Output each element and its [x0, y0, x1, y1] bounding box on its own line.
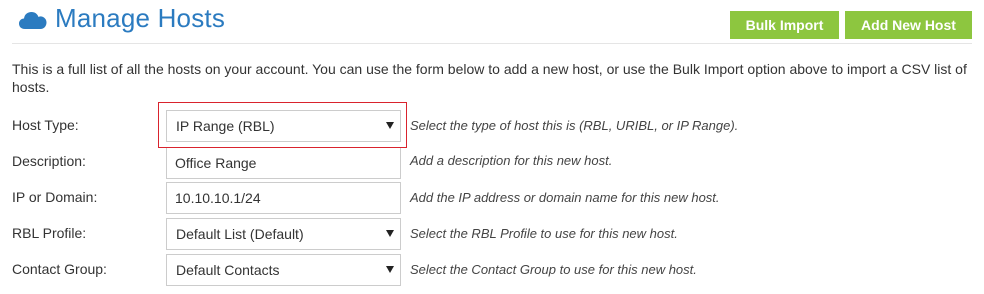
page-title: Manage Hosts — [55, 3, 226, 33]
page-header: Manage Hosts Bulk Import Add New Host — [0, 0, 984, 42]
rbl-profile-row: RBL Profile: Default List (Default) Sele… — [0, 218, 984, 252]
bulk-import-button[interactable]: Bulk Import — [730, 11, 839, 39]
contact-group-label: Contact Group: — [12, 261, 107, 277]
ip-or-domain-value: 10.10.10.1/24 — [175, 190, 261, 206]
contact-group-row: Contact Group: Default Contacts Select t… — [0, 254, 984, 288]
description-value: Office Range — [175, 155, 257, 171]
chevron-down-icon — [386, 230, 394, 237]
cloud-icon — [18, 9, 48, 31]
rbl-profile-label: RBL Profile: — [12, 225, 87, 241]
rbl-profile-value: Default List (Default) — [176, 226, 304, 242]
ip-or-domain-label: IP or Domain: — [12, 189, 98, 205]
description-input[interactable]: Office Range — [166, 147, 401, 179]
contact-group-help: Select the Contact Group to use for this… — [410, 262, 697, 277]
description-help: Add a description for this new host. — [410, 153, 613, 168]
host-type-row: Host Type: IP Range (RBL) Select the typ… — [0, 110, 984, 144]
rbl-profile-select[interactable]: Default List (Default) — [166, 218, 401, 250]
ip-or-domain-input[interactable]: 10.10.10.1/24 — [166, 182, 401, 214]
description-label: Description: — [12, 153, 86, 169]
contact-group-value: Default Contacts — [176, 262, 280, 278]
add-new-host-button[interactable]: Add New Host — [845, 11, 972, 39]
intro-text: This is a full list of all the hosts on … — [12, 61, 967, 95]
contact-group-select[interactable]: Default Contacts — [166, 254, 401, 286]
host-type-select[interactable]: IP Range (RBL) — [166, 110, 401, 142]
host-type-help: Select the type of host this is (RBL, UR… — [410, 118, 739, 133]
host-type-label: Host Type: — [12, 117, 79, 133]
chevron-down-icon — [386, 266, 394, 273]
chevron-down-icon — [386, 122, 394, 129]
header-divider — [12, 43, 972, 44]
rbl-profile-help: Select the RBL Profile to use for this n… — [410, 226, 678, 241]
ip-or-domain-row: IP or Domain: 10.10.10.1/24 Add the IP a… — [0, 182, 984, 216]
ip-or-domain-help: Add the IP address or domain name for th… — [410, 190, 720, 205]
description-row: Description: Office Range Add a descript… — [0, 147, 984, 181]
host-type-value: IP Range (RBL) — [176, 118, 275, 134]
